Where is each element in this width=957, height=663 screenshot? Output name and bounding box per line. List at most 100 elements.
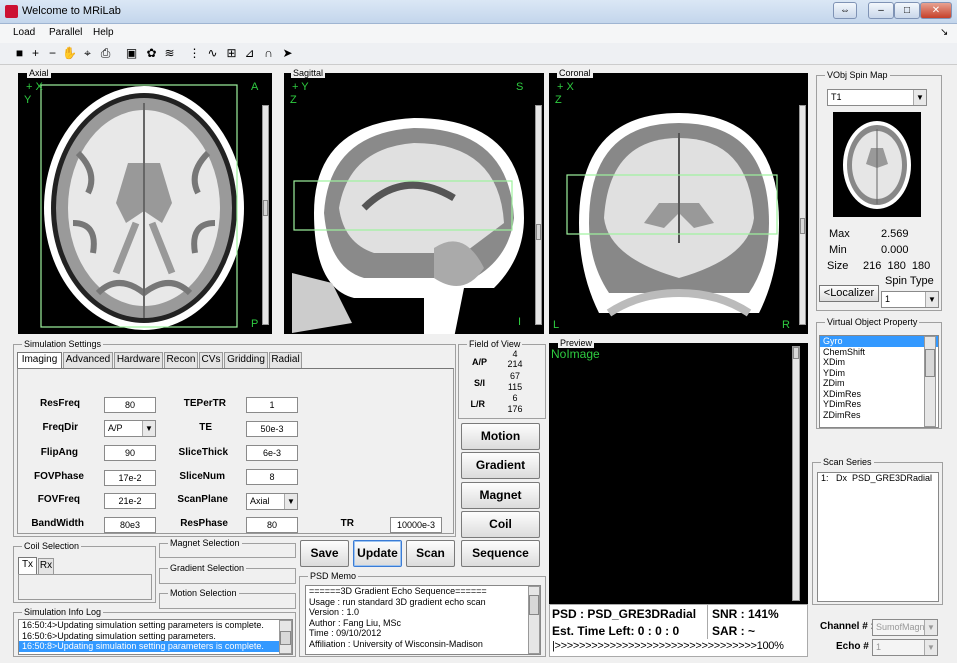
monitor-icon[interactable]: ▣ bbox=[124, 46, 139, 61]
list-item[interactable]: ZDimRes bbox=[820, 410, 938, 421]
tab-rx[interactable]: Rx bbox=[38, 558, 54, 574]
sagittal-slice-slider[interactable] bbox=[535, 105, 542, 325]
coronal-slice-slider[interactable] bbox=[799, 105, 806, 325]
tab-cvs[interactable]: CVs bbox=[199, 352, 223, 368]
waveform-icon[interactable]: ∿ bbox=[205, 46, 220, 61]
scanplane-select[interactable]: Axial ▼ bbox=[246, 493, 298, 510]
update-button[interactable]: Update bbox=[353, 540, 402, 567]
coronal-view[interactable]: + X Z L R bbox=[549, 73, 808, 334]
scan-series-list[interactable]: 1: Dx PSD_GRE3DRadial bbox=[817, 472, 939, 602]
tab-hardware[interactable]: Hardware bbox=[114, 352, 163, 368]
te-input[interactable]: 50e-3 bbox=[246, 421, 298, 437]
gear-icon[interactable]: ✿ bbox=[144, 46, 159, 61]
scan-series-item[interactable]: 1: Dx PSD_GRE3DRadial bbox=[818, 473, 938, 484]
tab-radial[interactable]: Radial bbox=[269, 352, 302, 368]
tab-imaging[interactable]: Imaging bbox=[17, 352, 62, 369]
spin-type-select[interactable]: 1 ▼ bbox=[881, 291, 939, 308]
coronal-label-z: Z bbox=[555, 94, 562, 106]
tr-label: TR bbox=[340, 518, 354, 529]
data-cursor-icon[interactable]: ⌖ bbox=[80, 46, 95, 61]
list-item[interactable]: ChemShift bbox=[820, 347, 938, 358]
print-icon[interactable]: ⎙ bbox=[98, 46, 113, 61]
list-item[interactable]: Gyro bbox=[820, 336, 938, 347]
size-value: 216 180 180 bbox=[863, 260, 931, 272]
axial-label-x: + X bbox=[26, 81, 43, 93]
echo-select[interactable]: 1 ▼ bbox=[872, 639, 938, 656]
pan-hand-icon[interactable]: ✋ bbox=[62, 46, 77, 61]
list-scrollbar[interactable] bbox=[924, 336, 936, 427]
grid-icon[interactable]: ⊞ bbox=[224, 46, 239, 61]
tr-input[interactable]: 10000e-3 bbox=[390, 517, 442, 533]
tab-recon[interactable]: Recon bbox=[164, 352, 198, 368]
plot-icon[interactable]: ⊿ bbox=[242, 46, 257, 61]
fov-si-label: S/I bbox=[473, 378, 485, 388]
menu-parallel[interactable]: Parallel bbox=[49, 27, 82, 38]
fovfreq-input[interactable]: 21e-2 bbox=[104, 493, 156, 509]
vobj-property-list[interactable]: Gyro ChemShift XDim YDim ZDim XDimRes YD… bbox=[819, 335, 939, 428]
list-item[interactable]: ZDim bbox=[820, 378, 938, 389]
motion-button[interactable]: Motion bbox=[461, 423, 540, 450]
fovphase-input[interactable]: 17e-2 bbox=[104, 470, 156, 486]
fov-lr-label: L/R bbox=[470, 399, 486, 409]
coil-icon[interactable]: ⋮ bbox=[187, 46, 202, 61]
gradient-button[interactable]: Gradient bbox=[461, 452, 540, 479]
slicenum-input[interactable]: 8 bbox=[246, 469, 298, 485]
axial-view[interactable]: + X Y A P bbox=[18, 73, 272, 334]
psd-memo-text[interactable]: ======3D Gradient Echo Sequence====== Us… bbox=[305, 585, 541, 655]
list-item[interactable]: YDim bbox=[820, 368, 938, 379]
preview-view[interactable]: NoImage bbox=[549, 343, 808, 604]
fov-si-max: 115 bbox=[507, 382, 523, 392]
magnet-button[interactable]: Magnet bbox=[461, 482, 540, 509]
title-bar: Welcome to MRiLab ⇔ – □ ✕ bbox=[0, 0, 957, 24]
tepertr-input[interactable]: 1 bbox=[246, 397, 298, 413]
maximize-button[interactable]: □ bbox=[894, 2, 920, 19]
magnet-icon[interactable]: ∩ bbox=[261, 46, 276, 61]
minimize-button[interactable]: – bbox=[868, 2, 894, 19]
zoom-out-icon[interactable]: − bbox=[45, 46, 60, 61]
chevron-down-icon: ▼ bbox=[913, 90, 926, 105]
spin-map-type-select[interactable]: T1 ▼ bbox=[827, 89, 927, 106]
close-button[interactable]: ✕ bbox=[920, 2, 952, 19]
fov-ap-max: 214 bbox=[507, 359, 523, 369]
save-button[interactable]: Save bbox=[300, 540, 349, 567]
resphase-input[interactable]: 80 bbox=[246, 517, 298, 533]
freqdir-select[interactable]: A/P ▼ bbox=[104, 420, 156, 437]
scan-button[interactable]: Scan bbox=[406, 540, 455, 567]
sagittal-view[interactable]: + Y Z S I bbox=[284, 73, 544, 334]
sagittal-label-i: I bbox=[518, 316, 522, 328]
sequence-icon[interactable]: ≋ bbox=[162, 46, 177, 61]
channel-select[interactable]: SumofMagn ▼ bbox=[872, 619, 938, 636]
tab-gridding[interactable]: Gridding bbox=[224, 352, 268, 368]
localizer-button[interactable]: <Localizer bbox=[819, 285, 879, 302]
spin-map-type-value: T1 bbox=[831, 92, 842, 102]
psd-memo-panel: PSD Memo ======3D Gradient Echo Sequence… bbox=[299, 571, 546, 657]
sequence-button[interactable]: Sequence bbox=[461, 540, 540, 567]
motion-selection-title: Motion Selection bbox=[168, 588, 239, 598]
memo-scrollbar[interactable] bbox=[528, 586, 540, 654]
run-icon[interactable]: ➤ bbox=[280, 46, 295, 61]
list-item[interactable]: XDimRes bbox=[820, 389, 938, 400]
restore-icon[interactable]: ⇔ bbox=[833, 2, 857, 19]
zoom-in-icon[interactable]: + bbox=[28, 46, 43, 61]
list-item[interactable]: XDim bbox=[820, 357, 938, 368]
chevron-down-icon: ▼ bbox=[924, 620, 937, 635]
preview-scrollbar[interactable] bbox=[792, 346, 800, 601]
coil-button[interactable]: Coil bbox=[461, 511, 540, 538]
menu-help[interactable]: Help bbox=[93, 27, 114, 38]
menu-load[interactable]: Load bbox=[13, 27, 35, 38]
tab-tx[interactable]: Tx bbox=[18, 557, 37, 574]
menu-dock-icon[interactable]: ↘ bbox=[940, 27, 948, 38]
resfreq-input[interactable]: 80 bbox=[104, 397, 156, 413]
tab-advanced[interactable]: Advanced bbox=[63, 352, 113, 368]
flipang-input[interactable]: 90 bbox=[104, 445, 156, 461]
list-item[interactable]: YDimRes bbox=[820, 399, 938, 410]
log-scrollbar[interactable] bbox=[279, 620, 292, 654]
preview-noimage: NoImage bbox=[551, 347, 600, 361]
window-title: Welcome to MRiLab bbox=[22, 5, 121, 17]
log-list[interactable]: 16:50:4>Updating simulation setting para… bbox=[18, 619, 293, 655]
slicethick-input[interactable]: 6e-3 bbox=[246, 445, 298, 461]
chevron-down-icon: ▼ bbox=[284, 494, 297, 509]
save-icon[interactable]: ■ bbox=[12, 46, 27, 61]
bandwidth-input[interactable]: 80e3 bbox=[104, 517, 156, 533]
axial-slice-slider[interactable] bbox=[262, 105, 269, 325]
